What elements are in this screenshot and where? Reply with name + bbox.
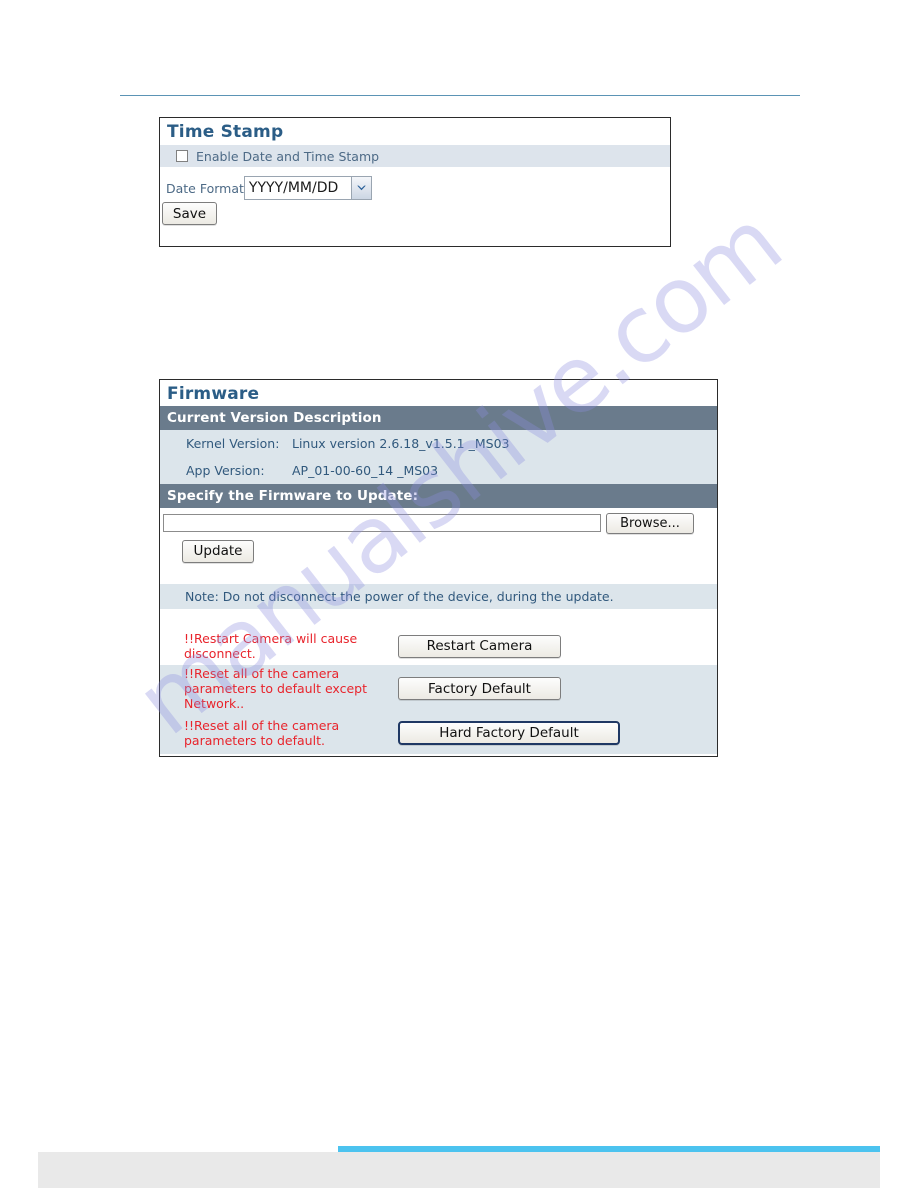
app-version-label: App Version: xyxy=(186,463,265,478)
date-format-row: Date Format YYYY/MM/DD xyxy=(160,175,670,201)
kernel-version-label: Kernel Version: xyxy=(186,436,280,451)
update-button[interactable]: Update xyxy=(182,539,254,563)
warning-line: !!Reset all of the camera xyxy=(184,666,340,681)
factory-default-row: !!Reset all of the camera parameters to … xyxy=(160,665,717,712)
factory-default-button-wrap: Factory Default xyxy=(385,677,717,700)
warning-line: parameters to default except xyxy=(184,681,368,696)
app-version-row: App Version: AP_01-00-60_14 _MS03 xyxy=(160,457,717,484)
time-stamp-title: Time Stamp xyxy=(167,122,284,142)
chevron-down-icon[interactable] xyxy=(350,177,371,199)
restart-camera-button[interactable]: Restart Camera xyxy=(398,634,561,658)
restart-camera-warning: !!Restart Camera will cause disconnect. xyxy=(160,631,385,661)
specify-firmware-header: Specify the Firmware to Update: xyxy=(160,484,717,508)
footer-bar xyxy=(38,1152,880,1188)
date-format-label: Date Format xyxy=(166,180,244,196)
warning-line: !!Reset all of the camera xyxy=(184,718,340,733)
date-format-value: YYYY/MM/DD xyxy=(248,180,339,196)
hard-factory-default-button[interactable]: Hard Factory Default xyxy=(398,721,620,745)
firmware-file-input[interactable] xyxy=(163,514,601,532)
hard-factory-default-row: !!Reset all of the camera parameters to … xyxy=(160,712,717,754)
date-format-select[interactable]: YYYY/MM/DD xyxy=(243,176,372,200)
current-version-header: Current Version Description xyxy=(160,406,717,430)
restart-camera-row: !!Restart Camera will cause disconnect. … xyxy=(160,627,717,665)
firmware-file-row: Browse... xyxy=(160,510,717,536)
factory-default-warning: !!Reset all of the camera parameters to … xyxy=(160,666,385,711)
app-version-value: AP_01-00-60_14 _MS03 xyxy=(292,463,439,478)
kernel-version-row: Kernel Version: Linux version 2.6.18_v1.… xyxy=(160,430,717,457)
header-rule xyxy=(120,95,800,96)
restart-camera-button-wrap: Restart Camera xyxy=(385,634,717,658)
firmware-spacer xyxy=(160,566,717,584)
warning-line: !!Restart Camera will cause xyxy=(184,631,358,646)
hard-factory-default-warning: !!Reset all of the camera parameters to … xyxy=(160,718,385,748)
firmware-note: Note: Do not disconnect the power of the… xyxy=(160,584,717,609)
hard-factory-default-button-wrap: Hard Factory Default xyxy=(385,721,717,745)
warning-line: Network.. xyxy=(184,696,245,711)
save-button[interactable]: Save xyxy=(162,202,217,225)
enable-time-stamp-label: Enable Date and Time Stamp xyxy=(196,148,380,164)
firmware-gap xyxy=(160,609,717,627)
warning-line: disconnect. xyxy=(184,646,256,661)
time-stamp-panel: Time Stamp Enable Date and Time Stamp Da… xyxy=(159,117,671,247)
firmware-title: Firmware xyxy=(167,384,260,404)
enable-time-stamp-row[interactable]: Enable Date and Time Stamp xyxy=(160,145,670,167)
firmware-update-row: Update xyxy=(160,536,717,566)
factory-default-button[interactable]: Factory Default xyxy=(398,677,561,700)
browse-button[interactable]: Browse... xyxy=(606,512,694,534)
firmware-panel: Firmware Current Version Description Ker… xyxy=(159,379,718,757)
warning-line: parameters to default. xyxy=(184,733,325,748)
kernel-version-value: Linux version 2.6.18_v1.5.1 _MS03 xyxy=(292,436,510,451)
enable-time-stamp-checkbox[interactable] xyxy=(176,150,188,162)
